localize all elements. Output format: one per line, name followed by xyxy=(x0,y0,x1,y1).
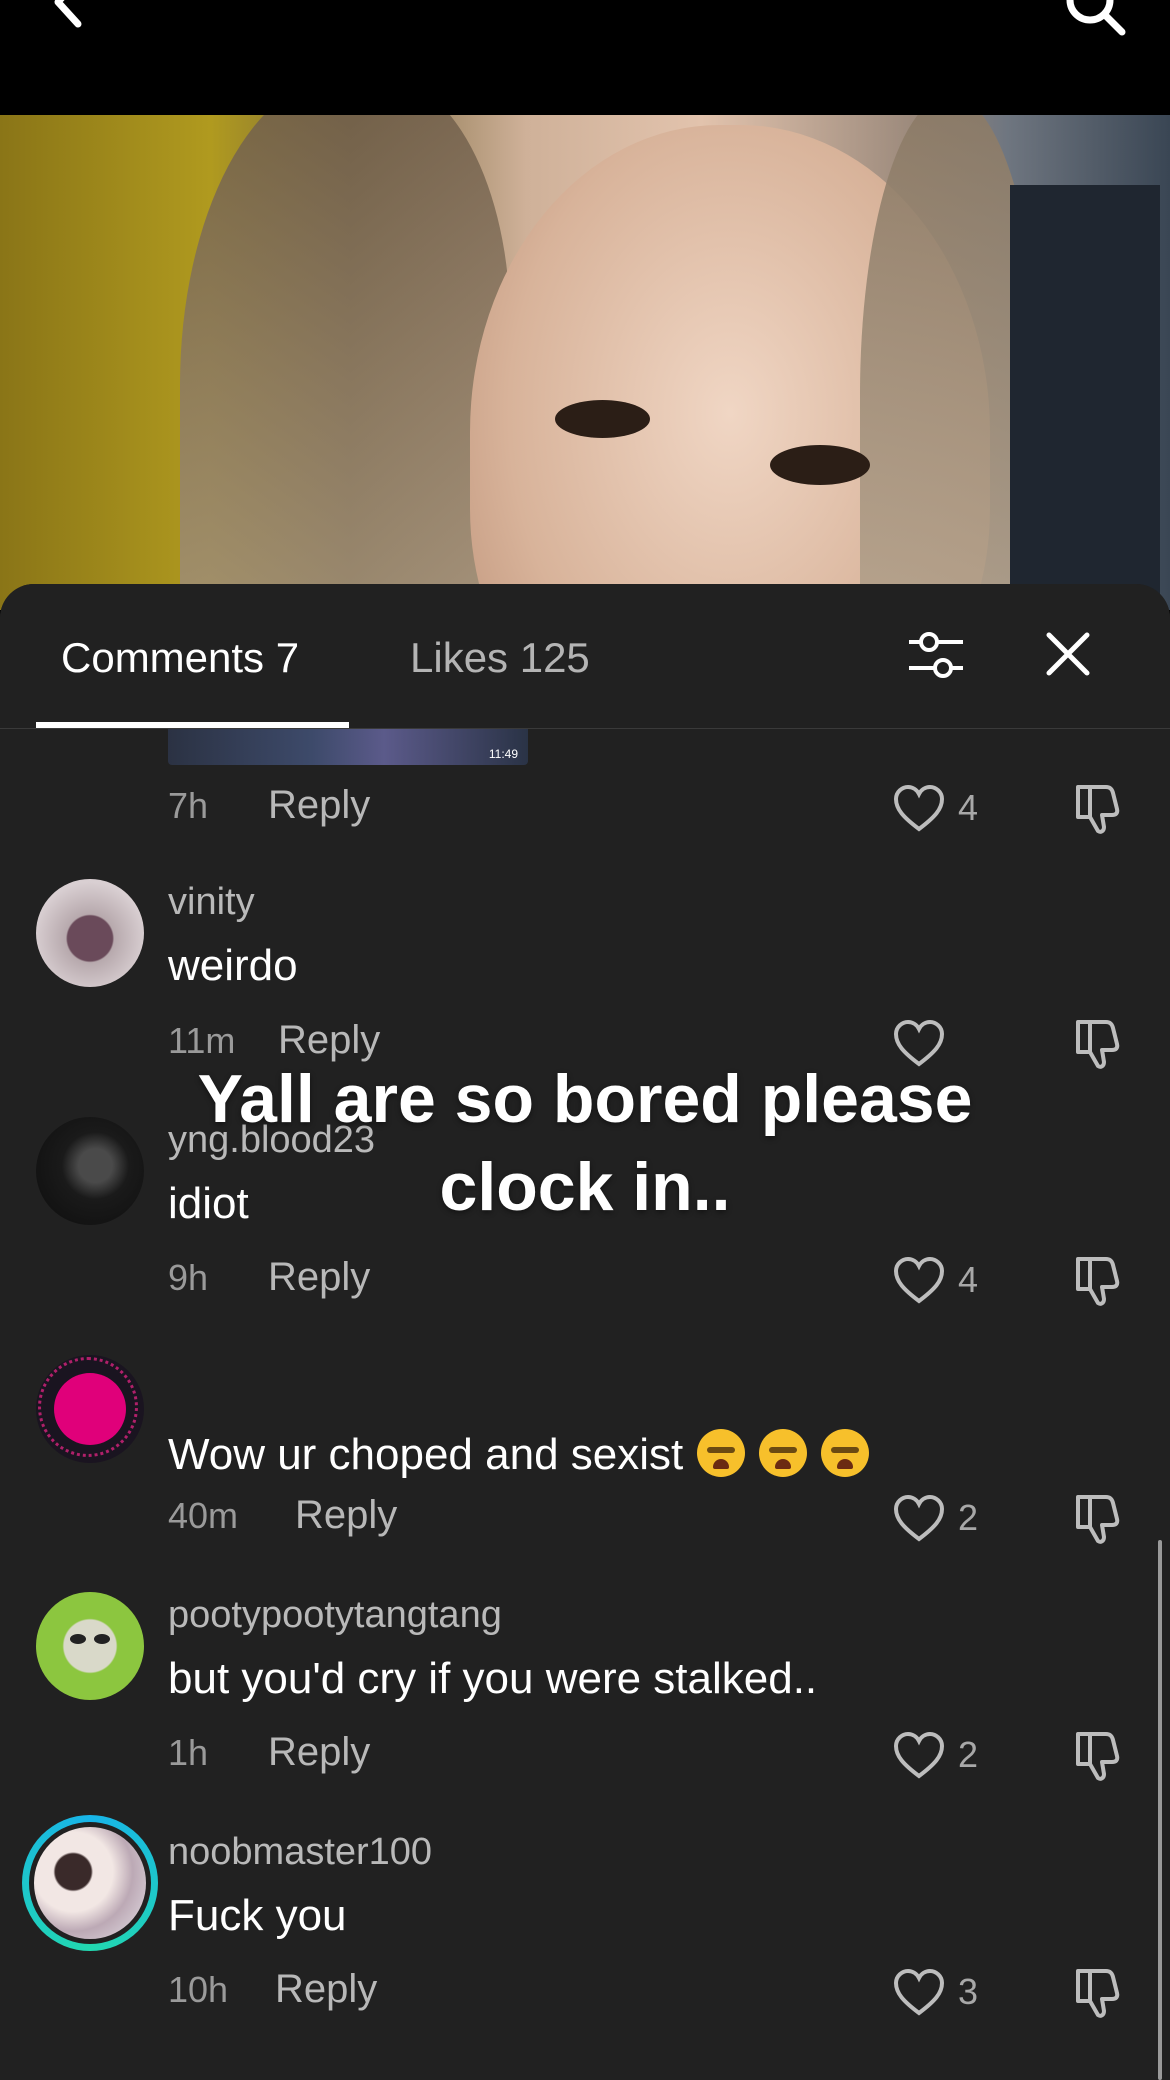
avatar[interactable] xyxy=(36,1592,144,1700)
like-count: 2 xyxy=(958,1497,979,1538)
comment-meta-row: 40m Reply 2 xyxy=(0,1489,1170,1549)
comment-time: 1h xyxy=(168,1732,209,1773)
dislike-icon[interactable] xyxy=(1070,781,1126,837)
tab-comments[interactable]: Comments 7 xyxy=(61,634,299,682)
tab-likes[interactable]: Likes 125 xyxy=(410,634,590,682)
like-count: 4 xyxy=(958,787,979,828)
comment-meta-row: 7h Reply 4 xyxy=(0,779,1170,839)
like-count: 4 xyxy=(958,1259,979,1300)
like-count: 3 xyxy=(958,1971,979,2012)
heart-icon[interactable] xyxy=(893,1730,945,1782)
comment-time: 7h xyxy=(168,785,209,826)
comment-username[interactable]: vinity xyxy=(168,881,255,924)
heart-icon[interactable] xyxy=(893,1967,945,2019)
comment-username[interactable]: pootypootytangtang xyxy=(168,1594,502,1637)
video-duration: 11:49 xyxy=(488,747,518,761)
comment-time: 40m xyxy=(168,1495,239,1536)
heart-icon[interactable] xyxy=(893,1255,945,1307)
comment-meta-row: 10h Reply 3 xyxy=(0,1963,1170,2023)
avatar[interactable] xyxy=(36,1355,144,1463)
crying-emoji-icon xyxy=(759,1429,808,1477)
comment-list[interactable]: 11:49 7h Reply 4 vinity weirdo 11m Reply… xyxy=(0,727,1170,2080)
like-count: 2 xyxy=(958,1734,979,1775)
reply-button[interactable]: Reply xyxy=(268,783,370,828)
tab-bar: Comments 7 Likes 125 xyxy=(0,584,1170,729)
comment-meta-row: 1h Reply 2 xyxy=(0,1726,1170,1786)
close-icon[interactable] xyxy=(1043,629,1093,679)
dislike-icon[interactable] xyxy=(1070,1491,1126,1547)
top-bar xyxy=(0,0,1170,115)
reply-button[interactable]: Reply xyxy=(275,1967,377,2012)
dislike-icon[interactable] xyxy=(1070,1728,1126,1784)
comment-time: 9h xyxy=(168,1257,209,1298)
search-icon[interactable] xyxy=(1060,0,1130,40)
heart-icon[interactable] xyxy=(893,783,945,835)
avatar[interactable] xyxy=(36,879,144,987)
scrollbar[interactable] xyxy=(1158,1540,1162,2080)
sliders-icon[interactable] xyxy=(905,624,967,686)
comment-text: weirdo xyxy=(168,941,298,990)
active-tab-indicator xyxy=(36,722,349,728)
comments-sheet: Comments 7 Likes 125 11:49 7h Reply 4 vi… xyxy=(0,584,1170,2080)
reply-button[interactable]: Reply xyxy=(295,1493,397,1538)
comment-meta-row: 9h Reply 4 xyxy=(0,1251,1170,1311)
avatar[interactable] xyxy=(22,1815,158,1951)
comment-text: Fuck you xyxy=(168,1891,347,1940)
crying-emoji-icon xyxy=(821,1429,870,1477)
chevron-left-icon[interactable] xyxy=(40,0,100,32)
comment-time: 10h xyxy=(168,1969,229,2010)
video-thumbnail[interactable]: 11:49 xyxy=(168,727,528,765)
overlay-caption: Yall are so bored please clock in.. xyxy=(197,1061,973,1225)
comment-text: Wow ur choped and sexist xyxy=(168,1429,870,1480)
dislike-icon[interactable] xyxy=(1070,1253,1126,1309)
reply-button[interactable]: Reply xyxy=(268,1730,370,1775)
heart-icon[interactable] xyxy=(893,1493,945,1545)
comment-username[interactable]: noobmaster100 xyxy=(168,1831,432,1874)
dislike-icon[interactable] xyxy=(1070,1965,1126,2021)
comment-text: but you'd cry if you were stalked.. xyxy=(168,1654,818,1703)
crying-emoji-icon xyxy=(697,1429,746,1477)
post-photo[interactable] xyxy=(0,115,1170,610)
reply-button[interactable]: Reply xyxy=(268,1255,370,1300)
